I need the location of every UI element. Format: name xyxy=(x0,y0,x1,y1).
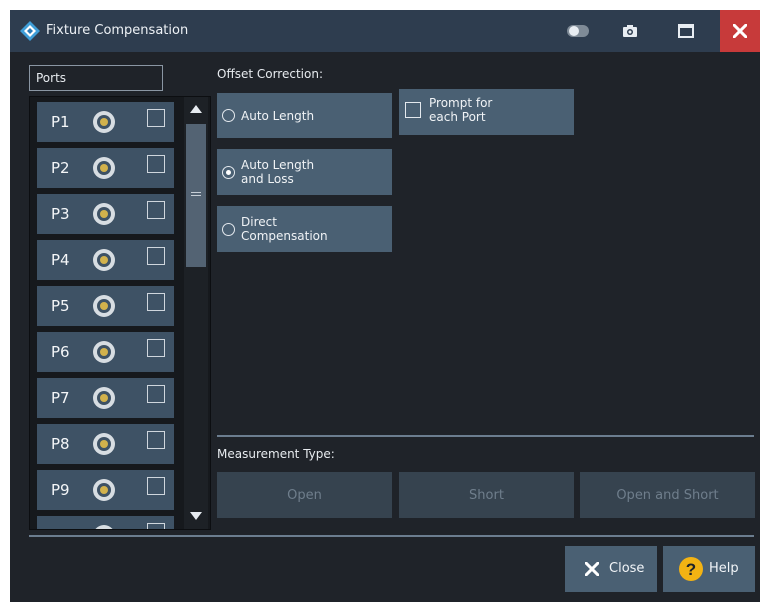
port-checkbox[interactable] xyxy=(147,109,165,127)
prompt-label-line1: Prompt for xyxy=(429,96,493,110)
grip-line xyxy=(191,195,201,196)
ports-label: Ports xyxy=(29,65,163,91)
port-item-partial[interactable] xyxy=(37,516,174,529)
fixture-compensation-dialog: Fixture Compensation Ports P1 P2 P3 P4 P… xyxy=(10,10,760,602)
radio-direct-compensation[interactable]: Direct Compensation xyxy=(217,206,392,252)
port-item-p2[interactable]: P2 xyxy=(37,148,174,188)
option-label-line1: Auto Length xyxy=(241,158,315,172)
port-label: P9 xyxy=(51,481,70,499)
measurement-type-label: Measurement Type: xyxy=(217,447,335,461)
port-checkbox[interactable] xyxy=(147,477,165,495)
help-button[interactable]: ? Help xyxy=(663,546,755,592)
port-connector-icon xyxy=(93,249,115,271)
close-x-icon xyxy=(585,562,599,576)
close-icon xyxy=(733,24,747,38)
port-item-p3[interactable]: P3 xyxy=(37,194,174,234)
port-checkbox[interactable] xyxy=(147,385,165,403)
checkbox-indicator xyxy=(405,102,421,118)
option-label-line1: Direct xyxy=(241,215,277,229)
port-connector-icon xyxy=(93,111,115,133)
screenshot-button[interactable] xyxy=(610,10,650,52)
port-connector-icon xyxy=(93,341,115,363)
toggle-icon xyxy=(567,25,589,37)
prompt-for-each-port-checkbox[interactable]: Prompt for each Port xyxy=(399,89,574,135)
toggle-switch-button[interactable] xyxy=(558,10,598,52)
radio-indicator xyxy=(222,109,235,122)
footer-divider xyxy=(29,535,754,537)
port-label: P7 xyxy=(51,389,70,407)
section-divider xyxy=(217,435,754,437)
port-connector-icon xyxy=(95,525,113,529)
port-item-p8[interactable]: P8 xyxy=(37,424,174,464)
scroll-up-icon[interactable] xyxy=(190,105,202,113)
port-checkbox[interactable] xyxy=(147,247,165,265)
radio-auto-length-and-loss[interactable]: Auto Length and Loss xyxy=(217,149,392,195)
port-label: P1 xyxy=(51,113,70,131)
port-item-p7[interactable]: P7 xyxy=(37,378,174,418)
port-connector-icon xyxy=(93,295,115,317)
scrollbar-thumb[interactable] xyxy=(186,124,206,267)
window-title: Fixture Compensation xyxy=(46,23,189,38)
port-connector-icon xyxy=(93,479,115,501)
port-connector-icon xyxy=(93,203,115,225)
radio-indicator xyxy=(222,223,235,236)
offset-correction-label: Offset Correction: xyxy=(217,67,323,81)
prompt-label-line2: each Port xyxy=(429,110,486,124)
port-connector-icon xyxy=(93,157,115,179)
short-button[interactable]: Short xyxy=(399,472,574,518)
open-and-short-button[interactable]: Open and Short xyxy=(580,472,755,518)
radio-indicator-selected xyxy=(222,166,235,179)
radio-auto-length[interactable]: Auto Length xyxy=(217,93,392,138)
port-label: P3 xyxy=(51,205,70,223)
help-button-label: Help xyxy=(709,561,739,576)
maximize-button[interactable] xyxy=(666,10,706,52)
help-icon: ? xyxy=(679,557,703,581)
option-label-line2: and Loss xyxy=(241,172,294,186)
option-label: Auto Length xyxy=(241,109,315,123)
port-item-p4[interactable]: P4 xyxy=(37,240,174,280)
app-logo-icon xyxy=(20,21,40,41)
port-label: P2 xyxy=(51,159,70,177)
close-button[interactable]: Close xyxy=(565,546,657,592)
port-label: P8 xyxy=(51,435,70,453)
window-close-button[interactable] xyxy=(720,10,760,52)
port-checkbox[interactable] xyxy=(147,431,165,449)
port-connector-icon xyxy=(93,433,115,455)
port-checkbox[interactable] xyxy=(147,339,165,357)
port-checkbox[interactable] xyxy=(147,523,165,529)
port-item-p6[interactable]: P6 xyxy=(37,332,174,372)
port-checkbox[interactable] xyxy=(147,293,165,311)
option-label-line2: Compensation xyxy=(241,229,328,243)
maximize-icon xyxy=(678,24,694,38)
port-label: P5 xyxy=(51,297,70,315)
port-checkbox[interactable] xyxy=(147,201,165,219)
port-item-p1[interactable]: P1 xyxy=(37,102,174,142)
grip-line xyxy=(191,192,201,193)
ports-list[interactable]: P1 P2 P3 P4 P5 P6 P7 P8 P9 xyxy=(29,96,211,530)
scroll-down-icon[interactable] xyxy=(190,512,202,520)
port-checkbox[interactable] xyxy=(147,155,165,173)
open-button[interactable]: Open xyxy=(217,472,392,518)
close-button-label: Close xyxy=(609,561,645,576)
port-item-p9[interactable]: P9 xyxy=(37,470,174,510)
camera-icon xyxy=(623,25,637,37)
port-connector-icon xyxy=(93,387,115,409)
port-label: P4 xyxy=(51,251,70,269)
svg-text:?: ? xyxy=(686,560,696,579)
port-label: P6 xyxy=(51,343,70,361)
port-item-p5[interactable]: P5 xyxy=(37,286,174,326)
title-bar: Fixture Compensation xyxy=(10,10,760,52)
